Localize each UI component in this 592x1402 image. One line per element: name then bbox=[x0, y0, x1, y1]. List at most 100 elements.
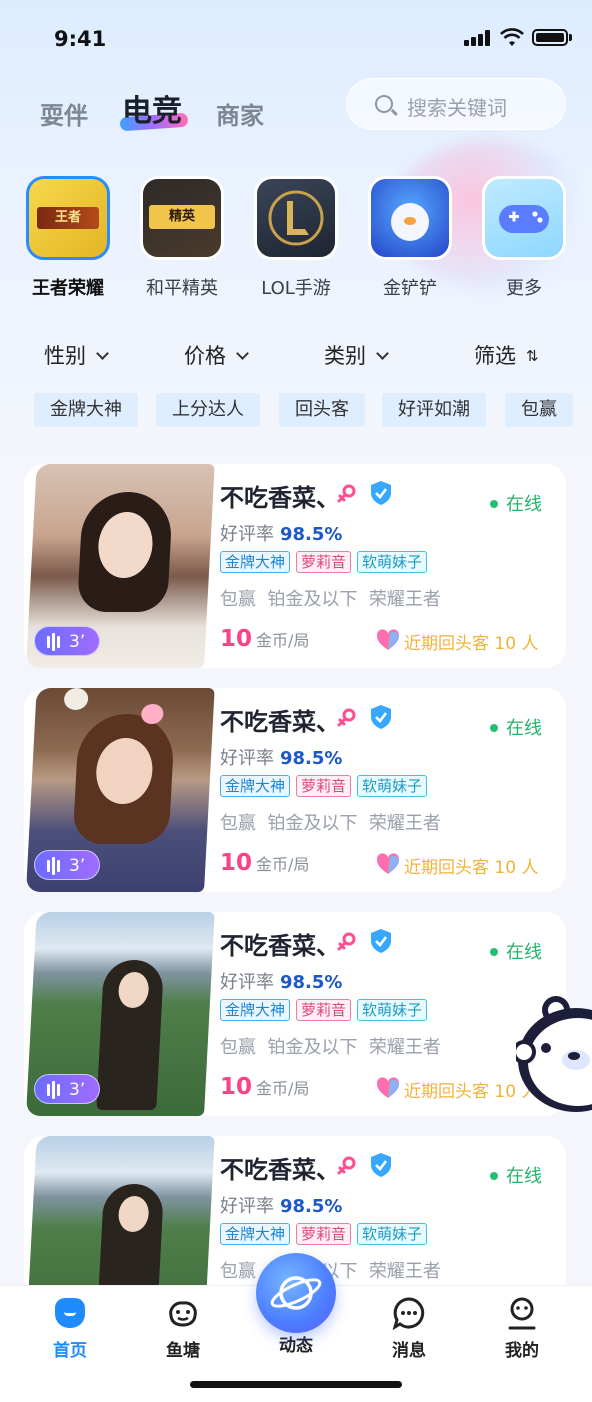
filter-label: 价格 bbox=[184, 344, 226, 368]
chevron-down-icon bbox=[376, 347, 389, 360]
rating: 好评率 98.5% bbox=[220, 968, 342, 994]
filter-label: 性别 bbox=[44, 344, 86, 368]
player-name: 不吃香菜、 bbox=[220, 1156, 340, 1184]
nav-label: 我的 bbox=[505, 1341, 539, 1361]
rating-value: 98.5% bbox=[280, 972, 343, 993]
voice-intro-button[interactable]: 3’ bbox=[34, 850, 100, 880]
profile-icon bbox=[505, 1296, 539, 1330]
price-value: 10 bbox=[220, 850, 253, 876]
nav-home[interactable]: 首页 bbox=[30, 1296, 110, 1361]
filter-price[interactable]: 价格 bbox=[184, 340, 249, 370]
filter-category[interactable]: 类别 bbox=[324, 340, 389, 370]
chip-guaranteed-win[interactable]: 包赢 bbox=[505, 393, 573, 427]
tag: 萝莉音 bbox=[296, 551, 352, 573]
tag: 金牌大神 bbox=[220, 999, 291, 1021]
battery-icon bbox=[532, 29, 568, 46]
tag-list: 金牌大神 萝莉音 软萌妹子 bbox=[220, 551, 433, 573]
player-photo[interactable] bbox=[26, 1136, 215, 1286]
verified-shield-icon bbox=[371, 705, 391, 729]
player-name: 不吃香菜、 bbox=[220, 484, 340, 512]
game-peace-elite[interactable]: 精英 和平精英 bbox=[138, 176, 226, 300]
home-icon bbox=[53, 1296, 87, 1330]
filter-label: 筛选 bbox=[474, 344, 516, 368]
service-details: 包赢 铂金及以下 荣耀王者 bbox=[220, 589, 441, 610]
tab-companion[interactable]: 耍伴 bbox=[40, 96, 88, 131]
price-unit: 金币/局 bbox=[256, 1079, 310, 1098]
heart-icon bbox=[376, 853, 400, 874]
voice-duration: 3’ bbox=[69, 856, 86, 876]
filter-screen[interactable]: 筛选 ⇅ bbox=[474, 340, 539, 370]
chip-rank-booster[interactable]: 上分达人 bbox=[156, 393, 260, 427]
price-value: 10 bbox=[220, 1074, 253, 1100]
chevron-down-icon bbox=[96, 347, 109, 360]
tab-merchant[interactable]: 商家 bbox=[216, 96, 264, 131]
tag: 软萌妹子 bbox=[357, 775, 428, 797]
sort-icon: ⇅ bbox=[526, 347, 539, 365]
tag: 软萌妹子 bbox=[357, 551, 428, 573]
game-label: 更多 bbox=[506, 278, 542, 299]
chip-gold-master[interactable]: 金牌大神 bbox=[34, 393, 138, 427]
tab-esports[interactable]: 电竞 bbox=[122, 86, 182, 130]
nav-label: 鱼塘 bbox=[166, 1341, 200, 1361]
heart-icon bbox=[376, 1077, 400, 1098]
price: 10 金币/局 bbox=[220, 626, 309, 652]
tag-list: 金牌大神 萝莉音 软萌妹子 bbox=[220, 775, 433, 797]
online-status: 在线 bbox=[490, 1162, 542, 1188]
moments-center-button[interactable] bbox=[256, 1253, 336, 1333]
rating: 好评率 98.5% bbox=[220, 1192, 342, 1218]
female-icon bbox=[337, 932, 356, 951]
tag: 软萌妹子 bbox=[357, 999, 428, 1021]
chip-great-reviews[interactable]: 好评如潮 bbox=[382, 393, 486, 427]
game-label: 王者荣耀 bbox=[32, 278, 104, 299]
search-bar[interactable]: 搜索关键词 bbox=[346, 78, 566, 130]
battery-cap bbox=[569, 34, 572, 41]
service-details: 包赢 铂金及以下 荣耀王者 bbox=[220, 813, 441, 834]
online-status: 在线 bbox=[490, 714, 542, 740]
player-card[interactable]: 3’ 不吃香菜、 在线 好评率 98.5% 金牌大神 萝莉音 软萌妹子 包赢 铂金及以… bbox=[24, 912, 566, 1116]
filter-gender[interactable]: 性别 bbox=[44, 340, 109, 370]
peace-elite-icon: 精英 bbox=[140, 176, 224, 260]
rating-label: 好评率 bbox=[220, 972, 274, 993]
game-golden-spatula[interactable]: 金铲铲 bbox=[366, 176, 454, 300]
nav-messages[interactable]: 消息 bbox=[369, 1296, 449, 1361]
tag: 金牌大神 bbox=[220, 775, 291, 797]
rating-label: 好评率 bbox=[220, 748, 274, 769]
chevron-down-icon bbox=[236, 347, 249, 360]
voice-intro-button[interactable]: 3’ bbox=[34, 1074, 100, 1104]
rating-label: 好评率 bbox=[220, 524, 274, 545]
nav-fish-pond[interactable]: 鱼塘 bbox=[143, 1296, 223, 1361]
nav-moments[interactable]: 动态 bbox=[256, 1331, 336, 1356]
rating-value: 98.5% bbox=[280, 524, 343, 545]
game-honor-of-kings[interactable]: 王者 王者荣耀 bbox=[24, 176, 112, 300]
player-card[interactable]: 3’ 不吃香菜、 在线 好评率 98.5% 金牌大神 萝莉音 软萌妹子 包赢 铂金及以… bbox=[24, 464, 566, 668]
verified-shield-icon bbox=[371, 481, 391, 505]
game-more[interactable]: 更多 bbox=[480, 176, 568, 300]
status-bar: 9:41 bbox=[0, 0, 592, 80]
tag: 金牌大神 bbox=[220, 551, 291, 573]
nav-label: 首页 bbox=[53, 1341, 87, 1361]
nav-profile[interactable]: 我的 bbox=[482, 1296, 562, 1361]
game-label: 金铲铲 bbox=[383, 278, 437, 299]
price-value: 10 bbox=[220, 626, 253, 652]
tag: 萝莉音 bbox=[296, 999, 352, 1021]
female-icon bbox=[337, 1156, 356, 1175]
tag-list: 金牌大神 萝莉音 软萌妹子 bbox=[220, 999, 433, 1021]
game-lol[interactable]: LOL手游 bbox=[252, 176, 340, 300]
price-unit: 金币/局 bbox=[256, 855, 310, 874]
voice-intro-button[interactable]: 3’ bbox=[34, 626, 100, 656]
rating: 好评率 98.5% bbox=[220, 520, 342, 546]
search-placeholder: 搜索关键词 bbox=[407, 96, 507, 120]
service-details: 包赢 铂金及以下 荣耀王者 bbox=[220, 1037, 441, 1058]
tag-list: 金牌大神 萝莉音 软萌妹子 bbox=[220, 1223, 433, 1245]
heart-icon bbox=[376, 629, 400, 650]
gamepad-icon bbox=[482, 176, 566, 260]
honor-of-kings-icon: 王者 bbox=[26, 176, 110, 260]
female-icon bbox=[337, 708, 356, 727]
chip-repeat-customer[interactable]: 回头客 bbox=[279, 393, 365, 427]
game-label: 和平精英 bbox=[146, 278, 218, 299]
rating-value: 98.5% bbox=[280, 748, 343, 769]
player-card[interactable]: 3’ 不吃香菜、 在线 好评率 98.5% 金牌大神 萝莉音 软萌妹子 包赢 铂金及以… bbox=[24, 688, 566, 892]
voice-duration: 3’ bbox=[69, 1080, 86, 1100]
repeat-customers: 近期回头客 10 人 bbox=[404, 858, 539, 878]
tag: 萝莉音 bbox=[296, 775, 352, 797]
